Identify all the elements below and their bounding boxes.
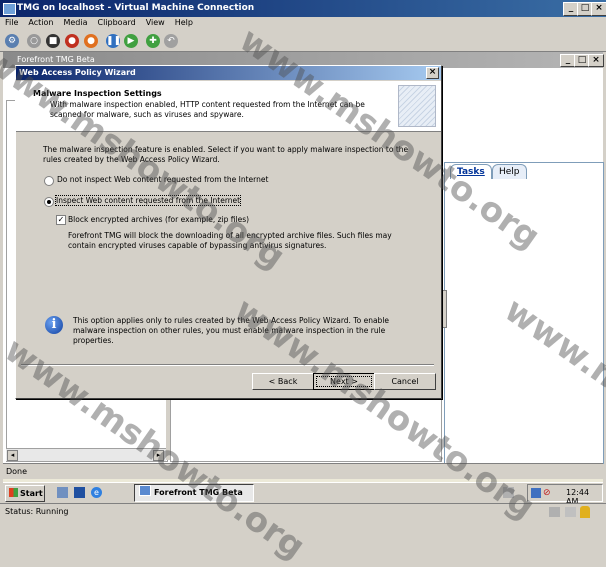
option-yes-radio[interactable] xyxy=(44,197,54,207)
menu-file[interactable]: File xyxy=(0,17,23,27)
menu-view[interactable]: View xyxy=(141,17,170,27)
option-no-radio[interactable] xyxy=(44,176,54,186)
vm-toolbar: ⚙ ○ ■ ● ● ❚❚ ▶ ✚ ↶ xyxy=(0,31,606,52)
start-label: Start xyxy=(20,489,43,498)
start-vm-icon[interactable]: ○ xyxy=(27,34,41,48)
dialog-title-bar: Web Access Policy Wizard × xyxy=(16,66,441,80)
dialog-close-button[interactable]: × xyxy=(426,67,439,79)
vm-title-bar: TMG on localhost - Virtual Machine Conne… xyxy=(0,0,606,17)
keyboard-status-icon xyxy=(549,507,560,517)
tab-help[interactable]: Help xyxy=(492,164,527,179)
windows-logo-icon xyxy=(9,488,18,497)
block-encrypted-checkbox[interactable]: ✓ xyxy=(56,215,66,225)
revert-icon[interactable]: ↶ xyxy=(164,34,178,48)
quicklaunch-server-manager-icon[interactable] xyxy=(57,487,68,498)
menu-media[interactable]: Media xyxy=(58,17,92,27)
start-button[interactable]: Start xyxy=(5,485,45,502)
save-state-icon[interactable]: ● xyxy=(84,34,98,48)
pause-icon[interactable]: ❚❚ xyxy=(106,34,121,48)
shutdown-icon[interactable]: ● xyxy=(65,34,79,48)
quicklaunch-powershell-icon[interactable] xyxy=(74,487,85,498)
turn-off-icon[interactable]: ■ xyxy=(46,34,60,48)
wizard-graphic-icon xyxy=(398,85,436,127)
vm-window-title: TMG on localhost - Virtual Machine Conne… xyxy=(17,3,255,13)
tmg-status-text: Done xyxy=(6,467,28,476)
tmg-close-button[interactable]: × xyxy=(588,54,604,67)
menu-help[interactable]: Help xyxy=(170,17,198,27)
resume-icon[interactable]: ▶ xyxy=(124,34,138,48)
snapshot-icon[interactable]: ✚ xyxy=(146,34,160,48)
close-button[interactable]: × xyxy=(591,2,606,16)
quicklaunch-ie-icon[interactable]: e xyxy=(91,487,102,498)
button-separator xyxy=(21,364,434,366)
info-icon: i xyxy=(45,316,63,334)
vm-menu-bar: File Action Media Clipboard View Help xyxy=(0,17,606,31)
tray-alert-icon[interactable]: ⊘ xyxy=(543,488,553,498)
menu-action[interactable]: Action xyxy=(23,17,58,27)
mouse-status-icon xyxy=(565,507,576,517)
lock-icon xyxy=(580,506,590,518)
vm-status-text: Status: Running xyxy=(5,507,69,516)
menu-clipboard[interactable]: Clipboard xyxy=(92,17,140,27)
tmg-app-icon xyxy=(139,485,151,496)
scroll-left-icon[interactable]: ◂ xyxy=(7,450,18,461)
vm-app-icon xyxy=(3,3,16,15)
